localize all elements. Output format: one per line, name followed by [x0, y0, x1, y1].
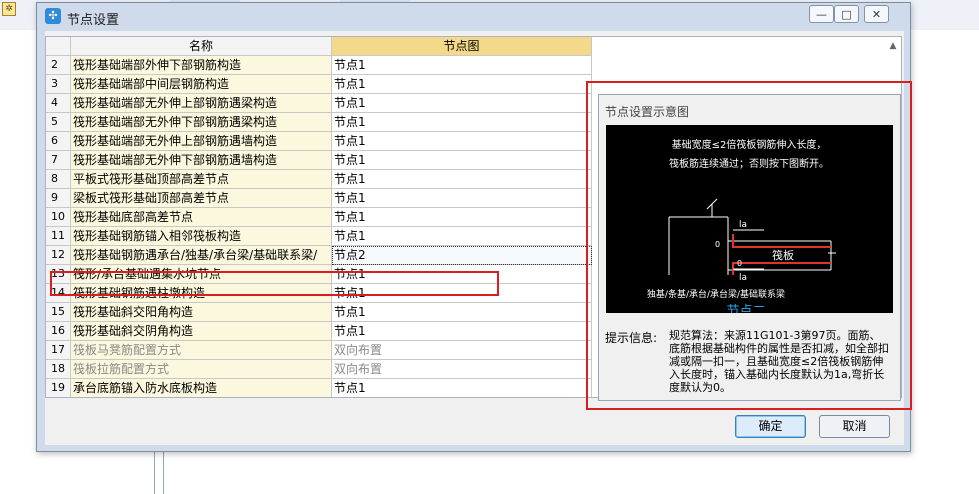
- table-row[interactable]: 6 筏形基础端部无外伸上部钢筋遇墙构造 节点1: [46, 132, 592, 151]
- name-cell[interactable]: 筏板马凳筋配置方式: [71, 341, 332, 360]
- ok-button[interactable]: 确定: [735, 415, 806, 438]
- table-row[interactable]: 2 筏形基础端部外伸下部钢筋构造 节点1: [46, 56, 592, 75]
- row-number: 8: [46, 170, 71, 189]
- app-icon: ✣: [45, 8, 61, 24]
- diagram-bottom-caption: 独基/条基/承台/承台梁/基础联系梁: [647, 288, 785, 300]
- table-row[interactable]: 4 筏形基础端部无外伸上部钢筋遇梁构造 节点1: [46, 94, 592, 113]
- name-cell[interactable]: 梁板式筏形基础顶部高差节点: [71, 189, 332, 208]
- table-row[interactable]: 15 筏形基础斜交阳角构造 节点1: [46, 303, 592, 322]
- name-cell[interactable]: 筏形基础端部无外伸下部钢筋遇墙构造: [71, 151, 332, 170]
- name-cell[interactable]: 筏板拉筋配置方式: [71, 360, 332, 379]
- foundation-outline: [668, 198, 729, 275]
- selected-row-highlight: [50, 271, 499, 296]
- name-cell[interactable]: 筏形基础端部无外伸下部钢筋遇梁构造: [71, 113, 332, 132]
- la-label-top: la: [739, 220, 747, 230]
- table-row[interactable]: 9 梁板式筏形基础顶部高差节点 节点1: [46, 189, 592, 208]
- node-cell[interactable]: 节点1: [332, 94, 592, 113]
- node-cell[interactable]: 节点1: [332, 208, 592, 227]
- table-row[interactable]: 18 筏板拉筋配置方式 双向布置: [46, 360, 592, 379]
- table-row[interactable]: 10 筏形基础底部高差节点 节点1: [46, 208, 592, 227]
- zero-label-top: 0: [715, 240, 720, 249]
- name-cell[interactable]: 筏形基础钢筋遇承台/独基/承台梁/基础联系梁/: [71, 246, 332, 265]
- row-number-header: [46, 37, 71, 56]
- table-row[interactable]: 7 筏形基础端部无外伸下部钢筋遇墙构造 节点1: [46, 151, 592, 170]
- node-cell[interactable]: 节点1: [332, 227, 592, 246]
- name-column-header[interactable]: 名称: [71, 37, 332, 56]
- cell-focus-outline: [332, 246, 592, 265]
- row-number: 9: [46, 189, 71, 208]
- table-row[interactable]: 5 筏形基础端部无外伸下部钢筋遇梁构造 节点1: [46, 113, 592, 132]
- node-cell[interactable]: 节点1: [332, 322, 592, 341]
- row-number: 6: [46, 132, 71, 151]
- row-number: 17: [46, 341, 71, 360]
- name-cell[interactable]: 筏形基础斜交阴角构造: [71, 322, 332, 341]
- name-cell[interactable]: 平板式筏形基础顶部高差节点: [71, 170, 332, 189]
- node-cell[interactable]: 节点1: [332, 189, 592, 208]
- minimize-button[interactable]: —: [809, 5, 834, 23]
- name-cell[interactable]: 筏形基础斜交阳角构造: [71, 303, 332, 322]
- row-number: 4: [46, 94, 71, 113]
- table-row[interactable]: 12 筏形基础钢筋遇承台/独基/承台梁/基础联系梁/节点2: [46, 246, 592, 265]
- background-splitter: [154, 452, 164, 494]
- name-cell[interactable]: 筏形基础端部中间层钢筋构造: [71, 75, 332, 94]
- title-bar[interactable]: ✣ 节点设置 — □ ✕: [37, 3, 910, 29]
- maximize-button[interactable]: □: [834, 5, 859, 23]
- diagram-caption-2: 筏板筋连续通过；否则按下图断开。: [669, 157, 829, 170]
- background-app-icon: ✲: [2, 2, 16, 16]
- dialog-title: 节点设置: [67, 13, 120, 28]
- node-cell[interactable]: 节点1: [332, 113, 592, 132]
- cancel-button[interactable]: 取消: [819, 415, 890, 438]
- name-cell[interactable]: 筏形基础端部无外伸上部钢筋遇梁构造: [71, 94, 332, 113]
- node-cell[interactable]: 双向布置: [332, 341, 592, 360]
- row-number: 7: [46, 151, 71, 170]
- name-cell[interactable]: 筏形基础底部高差节点: [71, 208, 332, 227]
- dialog-client-area: 名称 节点图 2 筏形基础端部外伸下部钢筋构造 节点1 3 筏形基础端部中间层钢筋构造节…: [45, 31, 912, 445]
- row-number: 10: [46, 208, 71, 227]
- row-number: 2: [46, 56, 71, 75]
- node-cell[interactable]: 节点1: [332, 379, 592, 397]
- table-row[interactable]: 19 承台底筋锚入防水底板构造 节点1: [46, 379, 592, 397]
- info-label: 提示信息:: [605, 331, 658, 345]
- node-cell[interactable]: 节点1: [332, 132, 592, 151]
- row-number: 15: [46, 303, 71, 322]
- node-two-link[interactable]: 节点二: [726, 304, 765, 319]
- node-cell[interactable]: 节点1: [332, 151, 592, 170]
- name-cell[interactable]: 筏形基础端部外伸下部钢筋构造: [71, 56, 332, 75]
- row-number: 18: [46, 360, 71, 379]
- node-column-header[interactable]: 节点图: [332, 37, 592, 56]
- node-settings-dialog: ✣ 节点设置 — □ ✕ 名称 节点图 2 筏形基础端部外伸下部钢筋构造 节点1 3 筏…: [36, 2, 912, 452]
- name-cell[interactable]: 承台底筋锚入防水底板构造: [71, 379, 332, 397]
- row-number: 3: [46, 75, 71, 94]
- node-diagram: 基础宽度≤2倍筏板钢筋伸入长度， 筏板筋连续通过；否则按下图断开。 la la …: [606, 125, 893, 319]
- node-cell[interactable]: 节点1: [332, 170, 592, 189]
- name-cell[interactable]: 筏形基础端部无外伸上部钢筋遇墙构造: [71, 132, 332, 151]
- row-number: 5: [46, 113, 71, 132]
- node-cell[interactable]: 节点1: [332, 303, 592, 322]
- table-row[interactable]: 3 筏形基础端部中间层钢筋构造 节点1: [46, 75, 592, 94]
- info-text: 规范算法：来源11G101-3第97页。面筋、底筋根据基础构件的属性是否扣减，如…: [669, 329, 889, 394]
- close-button[interactable]: ✕: [864, 5, 889, 23]
- preview-title: 节点设置示意图: [605, 105, 690, 119]
- table-row[interactable]: 16 筏形基础斜交阴角构造 节点1: [46, 322, 592, 341]
- row-number: 11: [46, 227, 71, 246]
- row-number: 12: [46, 246, 71, 265]
- table-header: 名称 节点图: [46, 37, 901, 56]
- name-cell[interactable]: 筏形基础钢筋锚入相邻筏板构造: [71, 227, 332, 246]
- row-number: 19: [46, 379, 71, 397]
- node-cell[interactable]: 双向布置: [332, 360, 592, 379]
- scroll-up-arrow-icon[interactable]: ▲: [887, 40, 899, 52]
- node-cell[interactable]: 节点1: [332, 75, 592, 94]
- node-cell[interactable]: 节点1: [332, 56, 592, 75]
- node-diagram-drawing: 基础宽度≤2倍筏板钢筋伸入长度， 筏板筋连续通过；否则按下图断开。 la la …: [647, 138, 836, 319]
- la-label-bottom: la: [739, 273, 747, 283]
- zero-label-bottom: 0: [737, 259, 742, 268]
- slab-label: 筏板: [772, 248, 794, 262]
- diagram-caption-1: 基础宽度≤2倍筏板钢筋伸入长度，: [672, 138, 827, 151]
- table-row[interactable]: 11 筏形基础钢筋锚入相邻筏板构造 节点1: [46, 227, 592, 246]
- row-number: 16: [46, 322, 71, 341]
- table-row[interactable]: 8 平板式筏形基础顶部高差节点 节点1: [46, 170, 592, 189]
- table-row[interactable]: 17 筏板马凳筋配置方式 双向布置: [46, 341, 592, 360]
- node-preview-panel: 节点设置示意图 基础宽度≤2倍筏板钢筋伸入长度， 筏板筋连续通过；否则按下图断开…: [598, 94, 901, 401]
